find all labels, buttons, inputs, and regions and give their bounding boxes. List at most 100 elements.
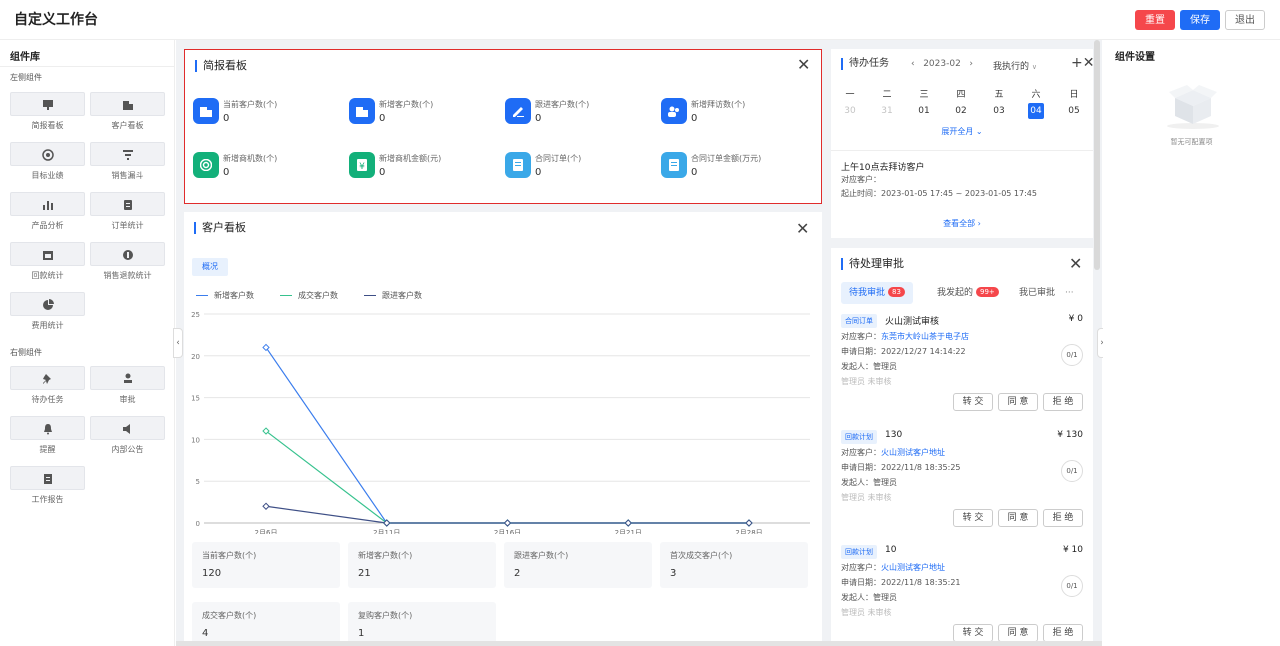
agree-button[interactable]: 同 意 bbox=[998, 509, 1038, 527]
approval-card[interactable]: 待处理审批 ✕ 待我审批 83 我发起的 99+ 我已审批 ··· 合同订单 火山测试… bbox=[831, 248, 1093, 646]
stat-card: 当前客户数(个) 120 bbox=[192, 542, 340, 588]
legend-label: 新增客户数 bbox=[214, 291, 254, 300]
todo-card[interactable]: 待办任务 ‹ 2023-02 › 我执行的 ∨ +✕ 一 二 三 四 五 六 日 30 31 01… bbox=[831, 49, 1094, 238]
transfer-button[interactable]: 转 交 bbox=[953, 509, 993, 527]
customer-board-card[interactable]: 客户看板 ✕ 概况 新增客户数 成交客户数 跟进客户数 0 5 10 15 20 25 2月… bbox=[184, 212, 822, 646]
component-target-performance[interactable]: 目标业绩 bbox=[10, 142, 85, 186]
component-payment-stats[interactable]: 回款统计 bbox=[10, 242, 85, 286]
date-label: 申请日期： bbox=[841, 463, 881, 472]
calendar-day[interactable]: 03 bbox=[989, 103, 1009, 119]
stamp-icon bbox=[124, 373, 132, 383]
data-point[interactable] bbox=[624, 519, 632, 527]
pie-chart-icon bbox=[43, 299, 54, 310]
component-approval[interactable]: 审批 bbox=[90, 366, 165, 410]
legend-item[interactable]: 跟进客户数 bbox=[364, 290, 422, 301]
component-expense-stats[interactable]: 费用统计 bbox=[10, 292, 85, 336]
metric-label: 新增拜访数(个) bbox=[691, 100, 746, 109]
component-refund-stats[interactable]: 销售退款统计 bbox=[90, 242, 165, 286]
component-todo[interactable]: 待办任务 bbox=[10, 366, 85, 410]
data-point[interactable] bbox=[745, 519, 753, 527]
count-badge: 99+ bbox=[976, 287, 999, 297]
expand-month-label: 展开全月 bbox=[941, 127, 974, 136]
next-month-icon[interactable]: › bbox=[969, 59, 973, 69]
customer-link[interactable]: 火山测试客户地址 bbox=[881, 448, 945, 457]
component-reminder[interactable]: 提醒 bbox=[10, 416, 85, 460]
component-sales-funnel[interactable]: 销售漏斗 bbox=[90, 142, 165, 186]
approval-item[interactable]: 回款计划 10 ¥ 10 对应客户：火山测试客户地址 申请日期：2022/11/8 18… bbox=[831, 545, 1093, 646]
calendar-day[interactable]: 02 bbox=[951, 103, 971, 119]
metric-value: 0 bbox=[379, 113, 386, 124]
stat-card: 跟进客户数(个) 2 bbox=[504, 542, 652, 588]
stat-label: 新增客户数(个) bbox=[358, 551, 413, 560]
customer-link[interactable]: 火山测试客户地址 bbox=[881, 563, 945, 572]
expand-month-link[interactable]: 展开全月 ⌄ bbox=[831, 126, 1093, 137]
todo-item-title[interactable]: 上午10点去拜访客户 bbox=[841, 160, 924, 173]
calendar-day[interactable]: 01 bbox=[914, 103, 934, 119]
customer-link[interactable]: 东莞市大岭山茶于电子店 bbox=[881, 332, 969, 341]
view-all-link[interactable]: 查看全部 › bbox=[831, 218, 1093, 229]
initiator-value: 管理员 bbox=[873, 593, 897, 602]
reset-button[interactable]: 重置 bbox=[1135, 10, 1175, 30]
approval-item[interactable]: 回款计划 130 ¥ 130 对应客户：火山测试客户地址 申请日期：2022/11/8 … bbox=[831, 430, 1093, 542]
component-label: 产品分析 bbox=[31, 221, 64, 230]
transfer-button[interactable]: 转 交 bbox=[953, 624, 993, 642]
component-announcement[interactable]: 内部公告 bbox=[90, 416, 165, 460]
approval-title: 待处理审批 bbox=[841, 258, 904, 270]
transfer-button[interactable]: 转 交 bbox=[953, 393, 993, 411]
weekday-label: 六 bbox=[1031, 90, 1041, 100]
empty-text: 暂无可配置项 bbox=[1170, 138, 1213, 146]
close-icon[interactable]: ✕ bbox=[796, 221, 809, 237]
reject-button[interactable]: 拒 绝 bbox=[1043, 393, 1083, 411]
metric-item: 新增客户数(个) 0 bbox=[349, 98, 499, 138]
more-icon[interactable]: ··· bbox=[1065, 282, 1074, 304]
data-point[interactable] bbox=[503, 519, 512, 527]
close-icon[interactable]: ✕ bbox=[1069, 256, 1082, 272]
tab-approved[interactable]: 我已审批 bbox=[1019, 282, 1055, 304]
component-customer-board[interactable]: 客户看板 bbox=[90, 92, 165, 136]
scrollbar[interactable] bbox=[1094, 40, 1100, 270]
y-tick-label: 15 bbox=[191, 395, 200, 403]
collapse-left-handle[interactable]: ‹ bbox=[173, 328, 183, 358]
x-tick-label: 2月28日 bbox=[735, 529, 762, 534]
component-work-report[interactable]: 工作报告 bbox=[10, 466, 85, 510]
bell-icon bbox=[44, 424, 52, 435]
legend-item[interactable]: 新增客户数 bbox=[196, 290, 254, 301]
calendar-day[interactable]: 30 bbox=[840, 103, 860, 119]
save-button[interactable]: 保存 bbox=[1180, 10, 1220, 30]
date-label: 申请日期： bbox=[841, 347, 881, 356]
brief-board-card[interactable]: 简报看板 ✕ 当前客户数(个) 0 新增客户数(个) 0 跟进客户数(个) 0 新增拜访数(… bbox=[184, 49, 822, 204]
agree-button[interactable]: 同 意 bbox=[998, 393, 1038, 411]
tab-initiated[interactable]: 我发起的 99+ bbox=[937, 282, 999, 304]
calendar-day[interactable]: 05 bbox=[1064, 103, 1084, 119]
tab-pending-me[interactable]: 待我审批 83 bbox=[841, 282, 913, 304]
metric-value: 0 bbox=[691, 167, 698, 178]
metric-item: 合同订单(个) 0 bbox=[505, 152, 655, 192]
chevron-down-icon: ⌄ bbox=[975, 127, 983, 136]
weekday-label: 五 bbox=[994, 90, 1004, 100]
component-brief-board[interactable]: 简报看板 bbox=[10, 92, 85, 136]
data-point[interactable] bbox=[262, 502, 270, 510]
reject-button[interactable]: 拒 绝 bbox=[1043, 624, 1083, 642]
approval-name: 130 bbox=[885, 430, 903, 440]
stat-value: 3 bbox=[670, 568, 677, 579]
component-product-analysis[interactable]: 产品分析 bbox=[10, 192, 85, 236]
approval-item[interactable]: 合同订单 火山测试审核 ¥ 0 对应客户：东莞市大岭山茶于电子店 申请日期：2022/1… bbox=[831, 314, 1093, 426]
prev-month-icon[interactable]: ‹ bbox=[911, 59, 915, 69]
bar-chart-icon bbox=[43, 201, 53, 210]
component-order-stats[interactable]: 订单统计 bbox=[90, 192, 165, 236]
calendar-day[interactable]: 04 bbox=[1028, 103, 1044, 119]
calendar-day[interactable]: 31 bbox=[877, 103, 897, 119]
add-icon[interactable]: + bbox=[1071, 55, 1083, 71]
exit-button[interactable]: 退出 bbox=[1225, 10, 1265, 30]
close-icon[interactable]: ✕ bbox=[1083, 55, 1095, 71]
horizontal-scrollbar[interactable] bbox=[176, 641, 1102, 646]
tab-label: 我发起的 bbox=[937, 288, 974, 298]
reject-button[interactable]: 拒 绝 bbox=[1043, 509, 1083, 527]
tab-overview[interactable]: 概况 bbox=[192, 258, 228, 276]
legend-item[interactable]: 成交客户数 bbox=[280, 290, 338, 301]
todo-header: 待办任务 ‹ 2023-02 › 我执行的 ∨ +✕ bbox=[841, 55, 1094, 72]
chevron-right-icon: › bbox=[977, 219, 981, 228]
agree-button[interactable]: 同 意 bbox=[998, 624, 1038, 642]
close-icon[interactable]: ✕ bbox=[797, 57, 810, 73]
assignee-filter[interactable]: 我执行的 ∨ bbox=[993, 59, 1037, 72]
